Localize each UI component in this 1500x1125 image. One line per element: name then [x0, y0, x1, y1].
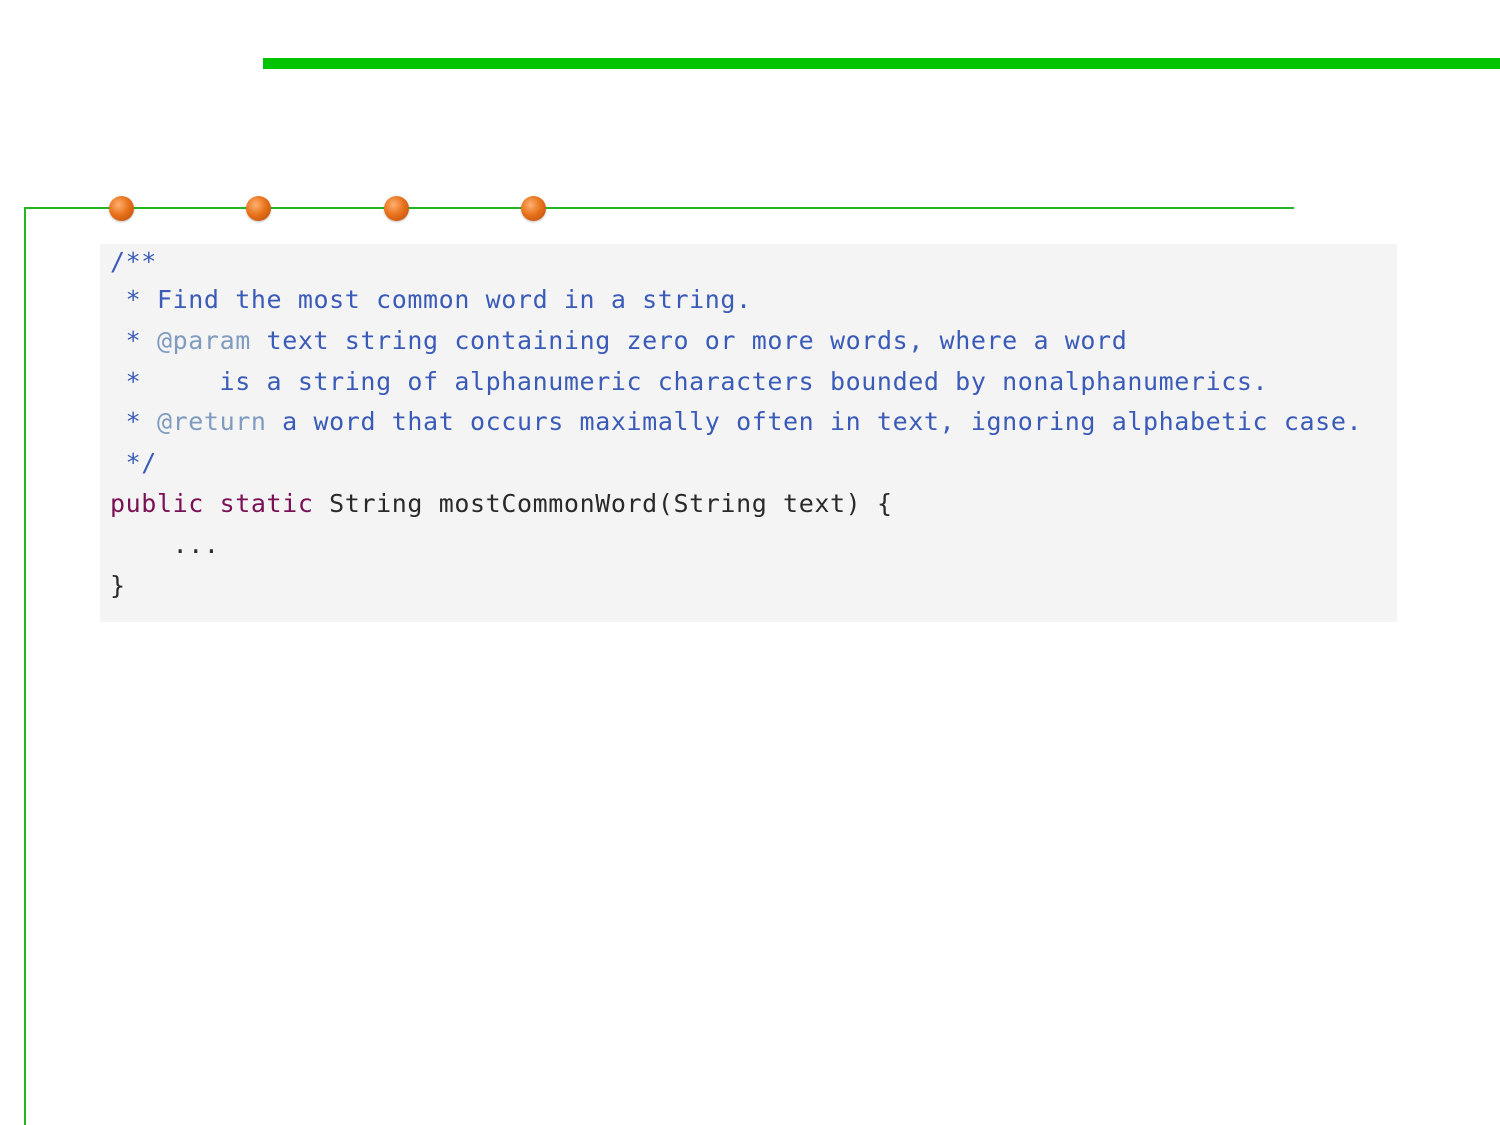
frame-left-rule	[24, 207, 26, 1125]
code-token-comment: *	[110, 325, 157, 355]
code-line: */	[110, 443, 1397, 484]
code-token-comment: /**	[110, 247, 157, 276]
code-token-plain: }	[110, 570, 126, 600]
code-line: /**	[110, 244, 1397, 280]
code-line: }	[110, 566, 1397, 607]
code-line: ...	[110, 525, 1397, 566]
code-token-comment: */	[110, 448, 157, 478]
code-token-plain: ...	[110, 529, 220, 559]
code-token-comment: * is a string of alphanumeric characters…	[110, 366, 1269, 396]
frame-top-rule	[24, 207, 1294, 209]
code-token-doctag: @return	[156, 407, 267, 437]
code-line: * Find the most common word in a string.	[110, 280, 1397, 321]
code-token-keyword: static	[219, 488, 314, 518]
code-line: * is a string of alphanumeric characters…	[110, 362, 1397, 403]
title-accent-bar	[263, 58, 1500, 69]
code-token-comment: a word that occurs maximally often in te…	[266, 407, 1363, 437]
orange-bullet-icon	[109, 196, 134, 221]
code-token-comment: text string containing zero or more word…	[250, 325, 1128, 355]
slide: /** * Find the most common word in a str…	[0, 0, 1500, 1125]
orange-bullet-icon	[246, 196, 271, 221]
code-token-comment: *	[110, 407, 157, 437]
orange-bullet-icon	[384, 196, 409, 221]
code-block: /** * Find the most common word in a str…	[100, 244, 1397, 622]
code-token-keyword: public	[110, 488, 204, 518]
orange-bullet-icon	[521, 196, 546, 221]
code-token-doctag: @param	[156, 325, 251, 355]
code-token-plain: String mostCommonWord(String text) {	[313, 488, 893, 518]
code-token-comment: * Find the most common word in a string.	[110, 285, 752, 314]
code-line: * @param text string containing zero or …	[110, 321, 1397, 362]
code-line: * @return a word that occurs maximally o…	[110, 402, 1397, 443]
code-line: public static String mostCommonWord(Stri…	[110, 484, 1397, 525]
